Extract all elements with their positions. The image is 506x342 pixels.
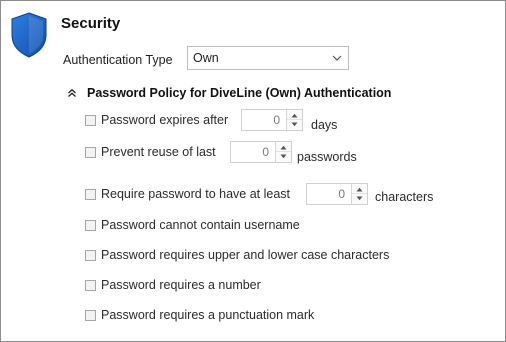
reuse-label: Prevent reuse of last [101,145,216,159]
expires-unit-label: days [311,118,338,132]
decrement-icon[interactable] [291,122,298,127]
no-username-checkbox[interactable] [85,220,96,231]
increment-icon[interactable] [280,145,287,150]
password-policy-heading: Password Policy for DiveLine (Own) Authe… [87,86,392,100]
page-title: Security [61,15,121,32]
decrement-icon[interactable] [356,196,363,201]
min-length-value: 0 [338,187,345,201]
shield-icon [11,12,47,58]
punctuation-checkbox[interactable] [85,310,96,321]
number-label: Password requires a number [101,278,261,292]
min-length-checkbox[interactable] [85,189,96,200]
expires-checkbox[interactable] [85,115,96,126]
authentication-type-value: Own [193,51,219,65]
mixed-case-checkbox[interactable] [85,250,96,261]
chevron-down-icon [332,55,342,61]
min-length-unit-label: characters [375,190,434,204]
decrement-icon[interactable] [280,154,287,159]
number-checkbox[interactable] [85,280,96,291]
security-panel: Security Authentication Type Own Passwor… [0,0,506,342]
punctuation-label: Password requires a punctuation mark [101,308,315,322]
min-length-stepper[interactable]: 0 [306,183,368,205]
reuse-checkbox[interactable] [85,147,96,158]
reuse-count-value: 0 [262,145,269,159]
increment-icon[interactable] [291,113,298,118]
reuse-count-stepper[interactable]: 0 [230,141,292,163]
increment-icon[interactable] [356,187,363,192]
expires-days-stepper[interactable]: 0 [241,109,303,131]
min-length-label: Require password to have at least [101,187,290,201]
collapse-chevron-icon[interactable] [67,88,77,98]
reuse-unit-label: passwords [297,150,357,164]
expires-days-value: 0 [273,113,280,127]
expires-label: Password expires after [101,113,229,127]
authentication-type-dropdown[interactable]: Own [187,46,349,70]
no-username-label: Password cannot contain username [101,218,300,232]
mixed-case-label: Password requires upper and lower case c… [101,248,390,262]
authentication-type-label: Authentication Type [63,53,173,67]
